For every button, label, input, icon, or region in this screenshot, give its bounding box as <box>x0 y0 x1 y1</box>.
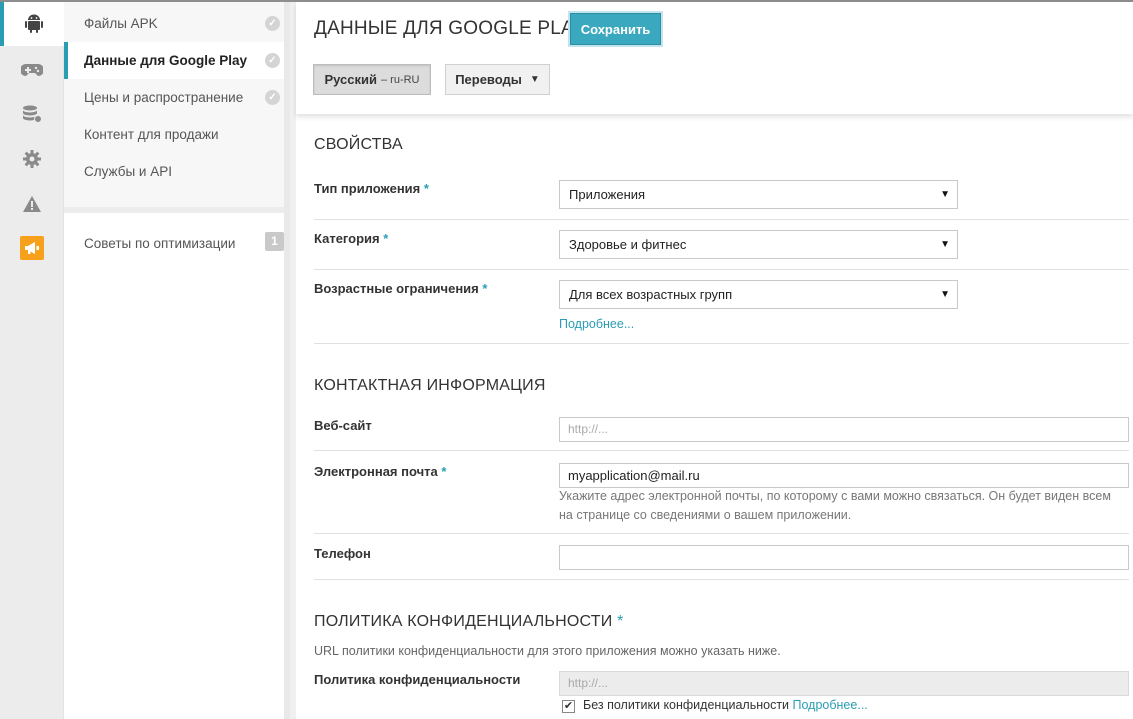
content-rating-label-text: Возрастные ограничения <box>314 281 479 296</box>
check-icon: ✓ <box>265 90 280 105</box>
page-title: ДАННЫЕ ДЛЯ GOOGLE PLAY <box>314 18 586 39</box>
section-title-contact: КОНТАКТНАЯ ИНФОРМАЦИЯ <box>314 377 546 394</box>
phone-input[interactable] <box>559 545 1129 570</box>
divider <box>284 2 290 719</box>
submenu-item-in-app-products[interactable]: Контент для продажи <box>64 116 290 153</box>
tips-label: Советы по оптимизации <box>84 236 236 251</box>
email-help-text: Укажите адрес электронной почты, по кото… <box>559 489 1111 522</box>
email-label: Электронная почта * <box>314 464 446 479</box>
rail-item-games[interactable] <box>0 48 64 92</box>
translations-dropdown[interactable]: Переводы ▼ <box>445 64 550 95</box>
rating-more-link[interactable]: Подробнее... <box>559 317 634 331</box>
category-label-text: Категория <box>314 231 380 246</box>
submenu-item-label: Контент для продажи <box>84 127 219 142</box>
email-label-text: Электронная почта <box>314 464 438 479</box>
required-mark: * <box>423 181 429 196</box>
submenu-item-label: Данные для Google Play <box>84 53 248 68</box>
required-mark: * <box>441 464 447 479</box>
required-mark: * <box>617 613 624 630</box>
divider <box>314 219 1129 220</box>
divider <box>314 579 1129 580</box>
language-code: – ru-RU <box>381 73 420 86</box>
chevron-down-icon: ▼ <box>529 74 540 85</box>
main-panel: ДАННЫЕ ДЛЯ GOOGLE PLAY Сохранить Русский… <box>296 2 1133 719</box>
submenu-group: Файлы APK ✓ Данные для Google Play ✓ Цен… <box>64 2 290 207</box>
android-icon <box>25 14 43 33</box>
warning-icon <box>23 196 41 212</box>
category-select[interactable]: Здоровье и фитнес ▼ <box>559 230 958 259</box>
submenu-item-label: Файлы APK <box>84 16 158 31</box>
divider <box>314 450 1129 451</box>
app-type-value: Приложения <box>569 187 646 202</box>
divider <box>314 343 1129 344</box>
rail-item-settings[interactable] <box>0 137 64 181</box>
app-type-label-text: Тип приложения <box>314 181 421 196</box>
content-rating-label: Возрастные ограничения * <box>314 281 487 296</box>
submenu-item-optimization-tips[interactable]: Советы по оптимизации 1 <box>64 207 290 267</box>
gamepad-icon <box>21 64 43 76</box>
required-mark: * <box>383 231 389 246</box>
submenu-item-services[interactable]: Службы и API <box>64 153 290 190</box>
megaphone-icon <box>25 242 39 254</box>
privacy-policy-label: Политика конфиденциальности <box>314 672 521 687</box>
language-label: Русский <box>324 72 377 87</box>
check-icon: ✓ <box>265 53 280 68</box>
caret-down-icon: ▼ <box>940 189 950 200</box>
content-rating-select[interactable]: Для всех возрастных групп ▼ <box>559 280 958 309</box>
language-button[interactable]: Русский – ru-RU <box>313 64 431 95</box>
icon-rail <box>0 2 64 719</box>
rail-item-promo[interactable] <box>0 226 64 270</box>
app-type-label: Тип приложения * <box>314 181 429 196</box>
tips-count-badge: 1 <box>265 232 284 251</box>
section-title-properties: СВОЙСТВА <box>314 136 403 153</box>
page-header: ДАННЫЕ ДЛЯ GOOGLE PLAY Сохранить Русский… <box>296 2 1133 114</box>
email-field[interactable]: myapplication@mail.ru <box>559 463 1129 488</box>
privacy-more-link[interactable]: Подробнее... <box>793 698 868 712</box>
gear-icon <box>23 150 41 168</box>
megaphone-badge <box>20 236 44 260</box>
submenu-item-label: Цены и распространение <box>84 90 244 105</box>
phone-label: Телефон <box>314 546 371 561</box>
privacy-note: URL политики конфиденциальности для этог… <box>314 644 781 658</box>
website-input[interactable]: http://... <box>559 417 1129 442</box>
submenu-item-store-listing[interactable]: Данные для Google Play ✓ <box>64 42 290 79</box>
no-privacy-policy-checkbox[interactable]: ✔ <box>562 700 575 713</box>
divider <box>314 269 1129 270</box>
check-icon: ✓ <box>265 16 280 31</box>
category-label: Категория * <box>314 231 388 246</box>
caret-down-icon: ▼ <box>940 289 950 300</box>
translations-label: Переводы <box>455 72 522 87</box>
privacy-title-text: ПОЛИТИКА КОНФИДЕНЦИАЛЬНОСТИ <box>314 613 613 630</box>
privacy-policy-input[interactable]: http://... <box>559 671 1129 696</box>
caret-down-icon: ▼ <box>940 239 950 250</box>
website-label: Веб-сайт <box>314 418 372 433</box>
rail-item-apps[interactable] <box>0 2 64 46</box>
save-button[interactable]: Сохранить <box>570 13 661 45</box>
submenu-item-label: Службы и API <box>84 164 172 179</box>
no-privacy-policy-label: Без политики конфиденциальности Подробне… <box>583 698 868 712</box>
divider <box>314 533 1129 534</box>
app-type-select[interactable]: Приложения ▼ <box>559 180 958 209</box>
section-submenu: Файлы APK ✓ Данные для Google Play ✓ Цен… <box>64 2 290 719</box>
no-policy-text: Без политики конфиденциальности <box>583 698 790 712</box>
submenu-item-apk[interactable]: Файлы APK ✓ <box>64 5 290 42</box>
submenu-item-pricing[interactable]: Цены и распространение ✓ <box>64 79 290 116</box>
database-icon <box>23 105 42 123</box>
content-rating-value: Для всех возрастных групп <box>569 287 733 302</box>
category-value: Здоровье и фитнес <box>569 237 687 252</box>
required-mark: * <box>482 281 488 296</box>
rail-item-database[interactable] <box>0 92 64 136</box>
section-title-privacy: ПОЛИТИКА КОНФИДЕНЦИАЛЬНОСТИ * <box>314 613 624 631</box>
rail-item-alerts[interactable] <box>0 182 64 226</box>
